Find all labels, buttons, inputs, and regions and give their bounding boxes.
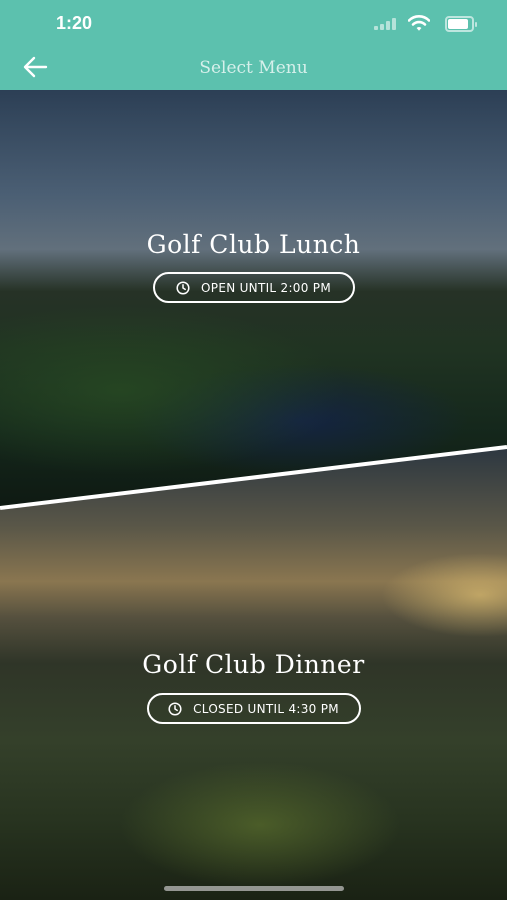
hours-text: CLOSED UNTIL 4:30 PM (193, 701, 339, 716)
hours-badge: OPEN UNTIL 2:00 PM (152, 272, 355, 303)
battery-icon (445, 16, 477, 32)
clock-icon (168, 701, 182, 716)
clock-icon (176, 280, 190, 295)
hours-text: OPEN UNTIL 2:00 PM (201, 280, 331, 295)
hours-badge: CLOSED UNTIL 4:30 PM (146, 693, 361, 724)
battery-level (448, 19, 468, 29)
menu-card-dinner[interactable]: Golf Club Dinner CLOSED UNTIL 4:30 PM (0, 447, 507, 900)
status-time: 1:20 (56, 13, 93, 33)
menu-title: Golf Club Lunch (146, 230, 361, 259)
app-header: 1:20 Select Menu (0, 0, 507, 90)
wifi-icon (408, 15, 430, 31)
page-title: Select Menu (199, 58, 308, 78)
signal-icon (374, 18, 398, 30)
menu-card-lunch[interactable]: Golf Club Lunch OPEN UNTIL 2:00 PM (0, 90, 507, 510)
home-indicator (164, 886, 344, 891)
menu-title: Golf Club Dinner (142, 650, 365, 679)
